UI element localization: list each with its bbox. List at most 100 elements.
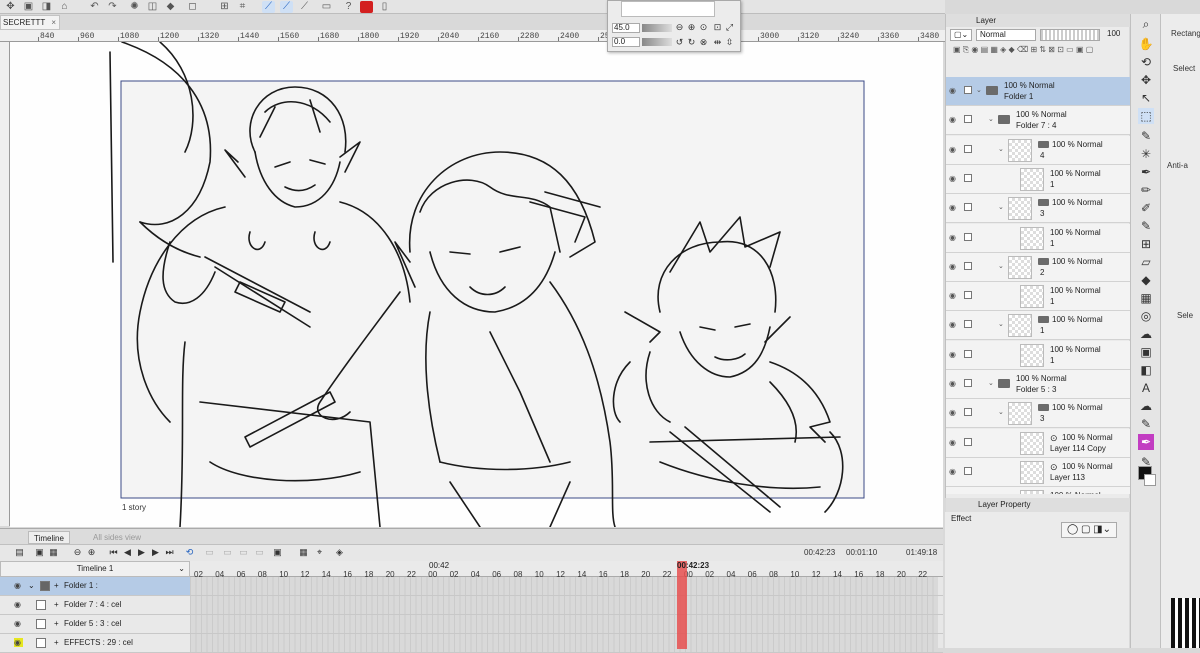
fill-tool-icon[interactable]: ◆ bbox=[1138, 272, 1154, 288]
eye-icon[interactable]: ◉ bbox=[14, 619, 23, 628]
fit-icon[interactable]: ⊡ bbox=[712, 22, 723, 33]
anti-alias-option[interactable]: Anti-a bbox=[1167, 161, 1188, 170]
angle-field[interactable]: 0.0 bbox=[612, 37, 640, 47]
layer-lock-checkbox[interactable] bbox=[964, 349, 972, 358]
timeline-row-name[interactable]: ◉ + Folder 5 : 3 : cel bbox=[0, 615, 190, 633]
opacity-slider[interactable] bbox=[1040, 29, 1100, 41]
hand-tool-icon[interactable]: ✋ bbox=[1138, 36, 1154, 52]
blend-icon[interactable]: ☁ bbox=[1138, 326, 1154, 342]
chevron-down-icon[interactable]: ⌄ bbox=[28, 577, 35, 595]
timeline-cells[interactable] bbox=[190, 615, 938, 633]
zoom-out-icon[interactable]: ⊖ bbox=[674, 22, 685, 33]
layer-lock-checkbox[interactable] bbox=[964, 232, 972, 241]
eye-icon[interactable]: ◉ bbox=[949, 408, 958, 417]
tab-timeline[interactable]: Timeline bbox=[28, 531, 70, 544]
timeline-row-name[interactable]: ◉ + EFFECTS : 29 : cel bbox=[0, 634, 190, 652]
close-tab-icon[interactable]: × bbox=[51, 16, 56, 29]
layer-row[interactable]: ◉ ⌄ 100 % Normal 2 bbox=[946, 252, 1130, 282]
layer-move-icon[interactable]: ↖ bbox=[1138, 90, 1154, 106]
grid-icon[interactable]: ⊞ bbox=[218, 1, 231, 13]
timeline-cells[interactable] bbox=[190, 634, 938, 652]
bar-icon[interactable]: ▯ bbox=[378, 1, 391, 13]
zoom-tool-icon[interactable]: ⌕ bbox=[1138, 16, 1154, 32]
eye-icon[interactable]: ◉ bbox=[949, 86, 958, 95]
timeline-name-select[interactable]: Timeline 1 ⌄ bbox=[0, 561, 190, 577]
selection-tool-icon[interactable]: ⬚ bbox=[1138, 108, 1154, 124]
frame-tool-icon[interactable]: ▣ bbox=[1138, 344, 1154, 360]
eraser-icon[interactable]: ▱ bbox=[1138, 254, 1154, 270]
opacity-value[interactable]: 100 bbox=[1104, 29, 1126, 41]
brush-icon[interactable]: ✐ bbox=[1138, 200, 1154, 216]
text-tool-icon[interactable]: A bbox=[1138, 380, 1154, 396]
camera-icon[interactable]: ⌖ bbox=[314, 547, 325, 558]
layer-lock-checkbox[interactable] bbox=[964, 320, 972, 329]
layer-lock-checkbox[interactable] bbox=[964, 203, 972, 212]
airbrush-icon[interactable]: ✎ bbox=[1138, 218, 1154, 234]
layer-row[interactable]: ◉100 % Normal1 bbox=[946, 340, 1130, 370]
sub-tool-select[interactable]: Sele bbox=[1177, 311, 1193, 320]
timeline-cells[interactable] bbox=[190, 577, 938, 595]
new-timeline-icon[interactable]: ▣ bbox=[34, 547, 45, 558]
onion-skin-icon[interactable]: ▣ bbox=[272, 547, 283, 558]
layer-lock-checkbox[interactable] bbox=[964, 291, 972, 300]
frame-ruler[interactable]: 00:42 02 04 06 08 10 12 14 16 18 20 22 00 02 04 06 08 10… bbox=[190, 561, 943, 579]
chevron-down-icon[interactable]: ⌄ bbox=[988, 115, 994, 123]
eye-icon[interactable]: ◉ bbox=[14, 600, 23, 609]
undo-icon[interactable]: ↶ bbox=[88, 1, 101, 13]
magic-wand-icon[interactable]: ✳ bbox=[1138, 146, 1154, 162]
last-frame-icon[interactable]: ⏭ bbox=[164, 547, 175, 558]
layer-lock-checkbox[interactable] bbox=[964, 408, 972, 417]
redo-icon[interactable]: ↷ bbox=[106, 1, 119, 13]
fill-icon[interactable]: ◆ bbox=[164, 1, 177, 13]
layer-row[interactable]: ◉ ⌄ 100 % Normal 3 bbox=[946, 194, 1130, 224]
layer-row[interactable]: ◉ ⊙ 100 % Normal Layer 114 Copy bbox=[946, 428, 1130, 458]
snap-ruler-icon[interactable]: ⟋ bbox=[262, 1, 275, 13]
eye-icon[interactable]: ◉ bbox=[949, 145, 958, 154]
timeline-cells[interactable] bbox=[190, 596, 938, 614]
layer-row[interactable]: ◉100 % Normal1 bbox=[946, 164, 1130, 194]
timeline-row[interactable]: ◉ + Folder 7 : 4 : cel bbox=[0, 596, 943, 615]
zoom-field[interactable]: 45.0 bbox=[612, 23, 640, 33]
layer-color-select[interactable]: ▢⌄ bbox=[950, 29, 972, 41]
fit-window-icon[interactable]: ⤢ bbox=[724, 22, 735, 33]
timeline-row-name[interactable]: ◉ + Folder 7 : 4 : cel bbox=[0, 596, 190, 614]
save-icon[interactable]: ⌂ bbox=[58, 1, 71, 13]
paste-cel-icon[interactable]: ▭ bbox=[238, 547, 249, 558]
frame-icon[interactable]: ▭ bbox=[320, 1, 333, 13]
chevron-down-icon[interactable]: ⌄ bbox=[998, 408, 1004, 416]
figure-icon[interactable]: ◎ bbox=[1138, 308, 1154, 324]
color-swatch-icon[interactable] bbox=[360, 1, 373, 13]
zoom-in-timeline-icon[interactable]: ⊕ bbox=[86, 547, 97, 558]
layer-lock-checkbox[interactable] bbox=[964, 144, 972, 153]
timeline-menu-icon[interactable]: ▤ bbox=[14, 547, 25, 558]
angle-slider[interactable] bbox=[642, 38, 672, 46]
blend-mode-select[interactable]: Normal bbox=[976, 29, 1036, 41]
correct-line-icon[interactable]: ✎ bbox=[1138, 416, 1154, 432]
eye-icon[interactable]: ◉ bbox=[949, 115, 958, 124]
prev-frame-icon[interactable]: ◀ bbox=[122, 547, 133, 558]
snap-grid-icon[interactable]: ⟋ bbox=[298, 1, 311, 13]
timeline-row[interactable]: ◉ + Folder 5 : 3 : cel bbox=[0, 615, 943, 634]
chevron-down-icon[interactable]: ⌄ bbox=[988, 379, 994, 387]
zoom-actual-icon[interactable]: ⊙ bbox=[698, 22, 709, 33]
eye-icon[interactable]: ◉ bbox=[949, 291, 958, 300]
navigator-thumbnail[interactable] bbox=[621, 1, 715, 17]
pen-icon[interactable]: ✒ bbox=[1138, 164, 1154, 180]
color-set-swatches[interactable] bbox=[1171, 598, 1200, 648]
chevron-down-icon[interactable]: ⌄ bbox=[998, 320, 1004, 328]
timeline-row-name[interactable]: ◉ ⌄ + Folder 1 : bbox=[0, 577, 190, 595]
layer-tool-row[interactable]: ▣ ⎘ ◉ ▤ ▦ ◈ ◆ ⌫ ⊞ ⇅ ⊠ ⊡ ▭ ▣ ▢ bbox=[950, 45, 1126, 57]
add-icon[interactable]: + bbox=[54, 577, 59, 595]
balloon-icon[interactable]: ☁ bbox=[1138, 398, 1154, 414]
timeline-row[interactable]: ◉ ⌄ + Folder 1 : bbox=[0, 577, 943, 596]
layer-row[interactable]: ◉100 % Normal1 bbox=[946, 487, 1130, 494]
delete-cel-icon[interactable]: ▭ bbox=[254, 547, 265, 558]
eye-icon[interactable]: ◉ bbox=[949, 320, 958, 329]
play-icon[interactable]: ▶ bbox=[136, 547, 147, 558]
move-tool-icon[interactable]: ✥ bbox=[1138, 72, 1154, 88]
eye-icon[interactable]: ◉ bbox=[949, 467, 958, 476]
rotate-reset-icon[interactable]: ⊗ bbox=[698, 37, 709, 48]
edit-timeline-icon[interactable]: ▦ bbox=[48, 547, 59, 558]
chevron-down-icon[interactable]: ⌄ bbox=[976, 86, 982, 94]
eye-icon[interactable]: ◉ bbox=[14, 581, 23, 590]
